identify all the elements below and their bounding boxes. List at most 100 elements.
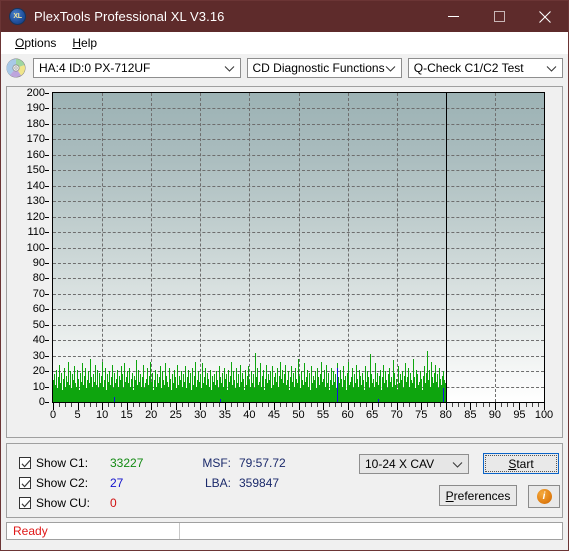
y-axis-tick <box>45 247 49 249</box>
close-icon[interactable] <box>522 1 568 32</box>
data-bar-c2 <box>337 368 338 402</box>
x-axis-tick <box>439 403 441 407</box>
y-axis-label: 160 <box>26 148 45 161</box>
x-axis-label: 10 <box>95 409 109 421</box>
plot-area <box>52 92 545 403</box>
x-axis-tick <box>188 403 190 407</box>
series-count-value: 0 <box>110 496 117 510</box>
function-select[interactable]: CD Diagnostic Functions <box>246 58 402 78</box>
x-axis-tick <box>335 403 337 407</box>
x-axis-label: 50 <box>292 409 305 421</box>
x-axis-tick <box>132 403 134 407</box>
x-axis-tick <box>476 403 478 407</box>
x-axis-tick <box>427 403 429 407</box>
x-axis-label: 100 <box>534 409 554 421</box>
x-axis-tick <box>108 403 110 407</box>
menu-bar: Options Help <box>1 32 568 54</box>
y-axis-label: 110 <box>27 226 45 239</box>
x-axis-tick <box>243 403 245 407</box>
x-axis-tick <box>95 403 97 407</box>
y-axis-label: 130 <box>26 195 45 208</box>
series-count-value: 27 <box>110 476 124 490</box>
data-bar-c2 <box>443 388 444 402</box>
x-axis-tick <box>359 403 361 407</box>
start-label-rest: tart <box>516 456 534 471</box>
x-axis-tick <box>384 403 386 407</box>
y-axis-tick <box>45 402 49 403</box>
x-axis-tick <box>353 403 355 407</box>
x-axis-tick <box>402 403 404 407</box>
y-axis-label: 80 <box>32 272 45 285</box>
test-select[interactable]: Q-Check C1/C2 Test <box>407 58 564 78</box>
x-axis-tick <box>59 403 61 407</box>
menu-item-options[interactable]: Options <box>7 34 64 52</box>
drive-select[interactable]: HA:4 ID:0 PX-712UF <box>33 58 241 78</box>
chart-panel: 0 10 20 30 40 50 60 70 80 90 100 110 120 130 140 150 160… <box>6 86 563 438</box>
preferences-label-rest: references <box>453 488 511 503</box>
x-axis-tick <box>230 403 232 407</box>
x-axis-tick <box>261 403 263 407</box>
test-select-value: Q-Check C1/C2 Test <box>413 61 524 75</box>
x-axis-tick <box>163 403 165 407</box>
series-toggle-label: Show CU: <box>36 496 91 510</box>
y-axis-tick <box>45 154 49 156</box>
y-axis-tick <box>45 386 49 388</box>
chart: 0 10 20 30 40 50 60 70 80 90 100 110 120 130 140 150 160… <box>7 87 562 437</box>
x-axis-tick <box>488 403 490 407</box>
x-axis-tick <box>482 403 484 407</box>
y-axis-tick <box>45 108 49 110</box>
y-axis-label: 150 <box>26 164 45 177</box>
position-readout: MSF: 79:57.72 LBA: 359847 <box>195 453 285 493</box>
y-axis-label: 30 <box>32 349 45 362</box>
window-controls <box>430 1 568 32</box>
y-axis-label: 20 <box>32 365 45 378</box>
x-axis-label: 15 <box>120 409 133 421</box>
x-axis-tick <box>501 403 503 407</box>
checkbox-showcu[interactable] <box>19 497 31 509</box>
status-bar: Ready <box>6 522 563 540</box>
chevron-down-icon <box>385 59 396 77</box>
msf-label: MSF: <box>202 456 231 470</box>
x-axis-tick <box>507 403 509 407</box>
y-axis-label: 100 <box>26 241 45 254</box>
series-toggle-row: Show C2: 27 <box>19 473 143 493</box>
x-axis-tick <box>458 403 460 407</box>
preferences-button[interactable]: Preferences <box>439 485 517 506</box>
y-axis-tick <box>45 293 49 295</box>
x-axis-tick <box>181 403 183 407</box>
info-button[interactable]: i <box>528 485 560 508</box>
chevron-down-icon <box>546 59 557 77</box>
disc-icon <box>6 58 26 78</box>
y-axis-label: 90 <box>32 256 45 269</box>
menu-options-accel: O <box>15 36 25 50</box>
x-axis-tick <box>194 403 196 407</box>
function-select-value: CD Diagnostic Functions <box>252 61 385 75</box>
x-axis-tick <box>310 403 312 407</box>
speed-select[interactable]: 10-24 X CAV <box>359 454 469 474</box>
x-axis-tick <box>89 403 91 407</box>
minimize-icon[interactable] <box>430 1 476 32</box>
app-icon-label: XL <box>13 13 22 20</box>
app-window: XL PlexTools Professional XL V3.16 Optio… <box>0 0 569 551</box>
start-button[interactable]: Start <box>483 453 559 474</box>
x-axis-label: 75 <box>415 409 428 421</box>
menu-options-rest: ptions <box>24 36 57 50</box>
checkbox-showc2[interactable] <box>19 477 31 489</box>
status-text: Ready <box>13 524 48 538</box>
y-axis-tick <box>45 324 49 326</box>
x-axis-tick <box>415 403 417 407</box>
info-icon-label: i <box>542 491 546 502</box>
x-axis-tick <box>316 403 318 407</box>
chevron-down-icon <box>452 455 463 473</box>
title-bar: XL PlexTools Professional XL V3.16 <box>1 1 568 32</box>
x-axis-tick <box>366 403 367 407</box>
x-axis-tick <box>138 403 140 407</box>
checkbox-showc1[interactable] <box>19 457 31 469</box>
maximize-icon[interactable] <box>476 1 522 32</box>
menu-item-help[interactable]: Help <box>64 34 105 52</box>
y-axis-tick <box>45 355 49 357</box>
series-toggle-row: Show C1: 33227 <box>19 453 143 473</box>
x-axis-tick <box>513 403 515 407</box>
series-toggle-label: Show C1: <box>36 456 89 470</box>
y-axis-tick <box>45 262 49 264</box>
